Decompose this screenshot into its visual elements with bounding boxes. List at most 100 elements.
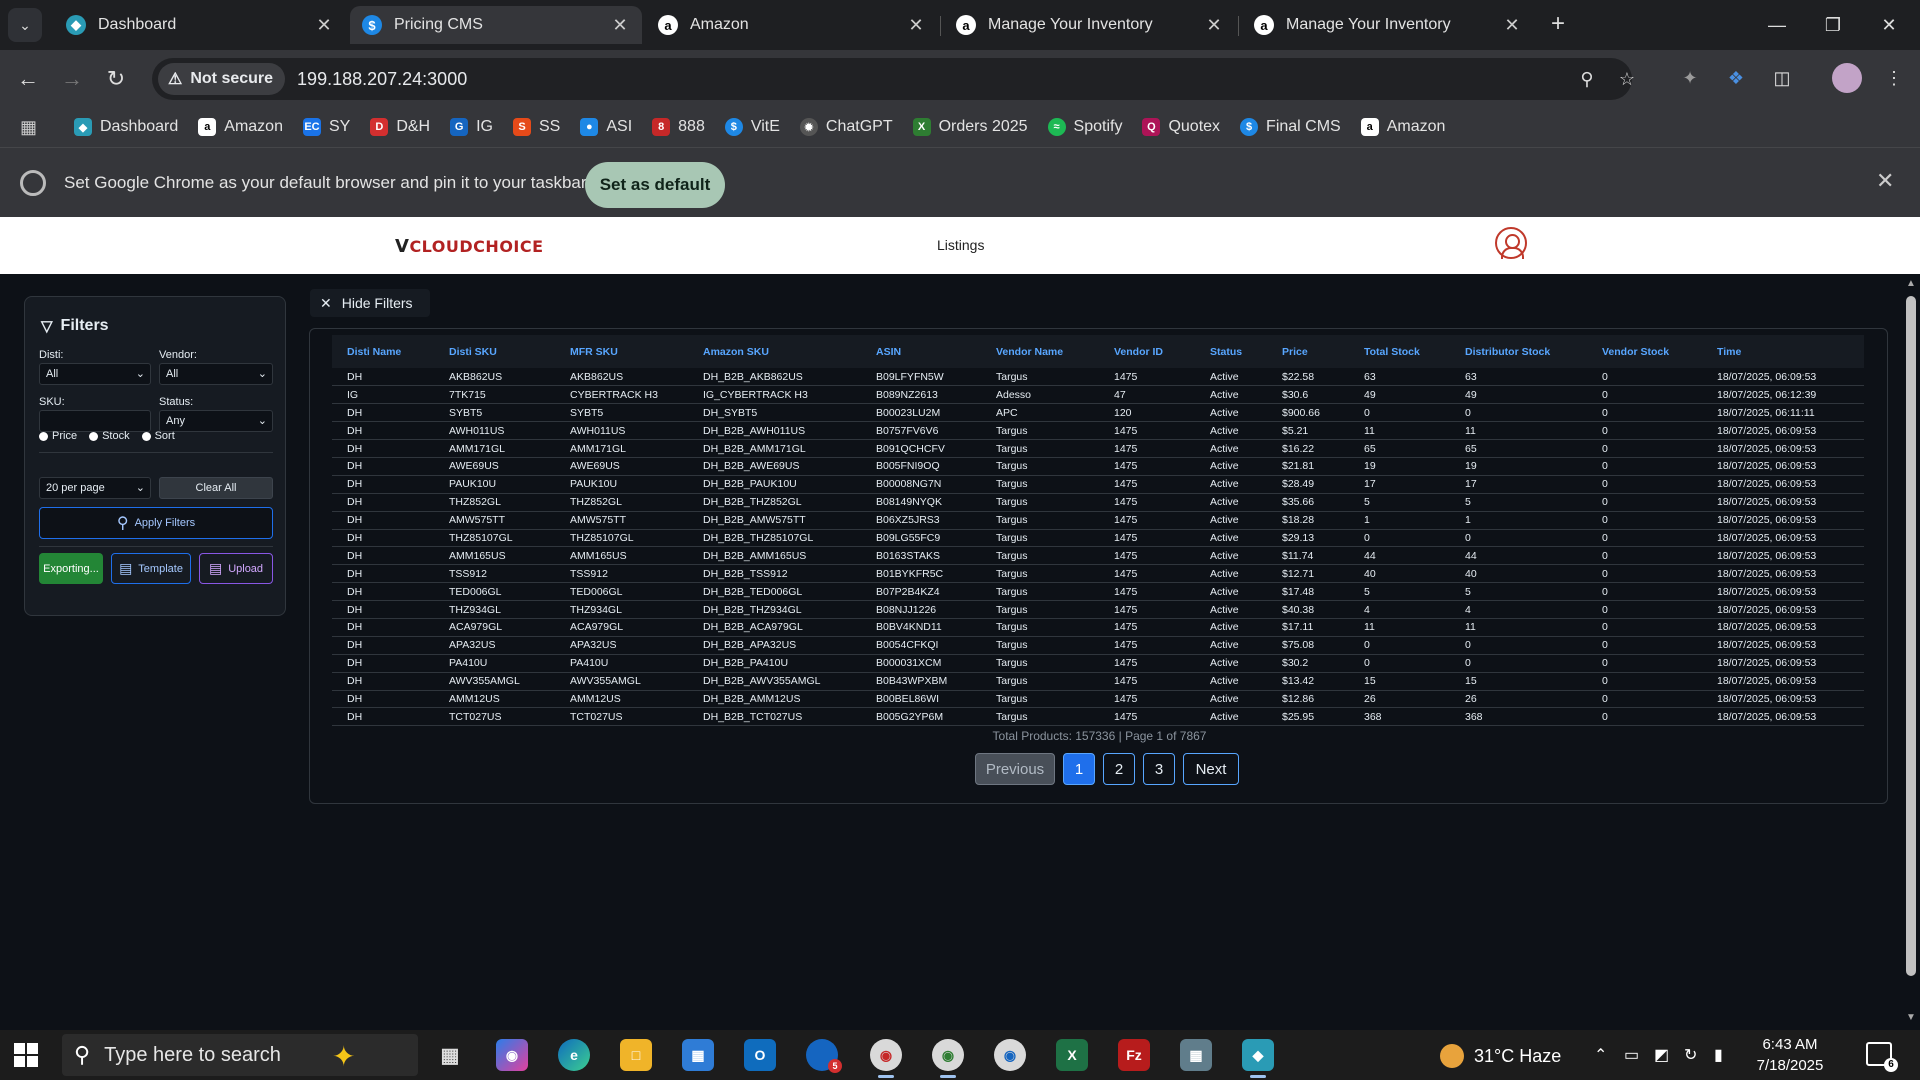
table-row[interactable]: DH AMW575TT AMW575TT DH_B2B_AMW575TT B06XZ5J… <box>332 511 1864 530</box>
windows-start-icon[interactable] <box>14 1043 38 1067</box>
apply-filters-button[interactable]: ⚲ Apply Filters <box>39 507 273 539</box>
tab-dashboard[interactable]: ◆ Dashboard ✕ <box>54 6 346 44</box>
tab-manage-inventory-2[interactable]: a Manage Your Inventory ✕ <box>1242 6 1534 44</box>
table-row[interactable]: DH AKB862US AKB862US DH_B2B_AKB862US B09LFYF… <box>332 368 1864 387</box>
zoom-icon[interactable]: ⚲ <box>1574 66 1600 92</box>
column-header[interactable]: Price <box>1267 335 1349 368</box>
close-tab-icon[interactable]: ✕ <box>606 15 634 36</box>
bookmark-sy[interactable]: EC SY <box>302 118 350 136</box>
tray-chevron-up-icon[interactable]: ⌃ <box>1594 1045 1607 1065</box>
close-tab-icon[interactable]: ✕ <box>1498 15 1526 36</box>
table-row[interactable]: DH AMM165US AMM165US DH_B2B_AMM165US B0163ST… <box>332 546 1864 566</box>
chrome-alt-app-icon[interactable]: ◉ <box>994 1039 1026 1071</box>
column-header[interactable]: MFR SKU <box>555 335 688 368</box>
table-row[interactable]: IG 7TK715 CYBERTRACK H3 IG_CYBERTRACK H3 B08… <box>332 385 1864 405</box>
extensions-puzzle-icon[interactable]: ◫ <box>1768 64 1796 92</box>
export-button[interactable]: Exporting... <box>39 553 103 584</box>
chrome-profile-app-icon[interactable]: ◉ <box>932 1039 964 1078</box>
table-row[interactable]: DH ACA979GL ACA979GL DH_B2B_ACA979GL B0BV4KN… <box>332 618 1864 637</box>
close-tab-icon[interactable]: ✕ <box>1200 15 1228 36</box>
table-row[interactable]: DH PAUK10U PAUK10U DH_B2B_PAUK10U B00008NG7N… <box>332 475 1864 494</box>
bookmark-chatgpt[interactable]: ✹ ChatGPT <box>799 118 893 136</box>
security-chip[interactable]: ⚠ Not secure <box>158 63 286 95</box>
bookmark-orders-2025[interactable]: X Orders 2025 <box>912 118 1028 136</box>
column-header[interactable]: Amazon SKU <box>688 335 861 368</box>
table-row[interactable]: DH AMM171GL AMM171GL DH_B2B_AMM171GL B091QCH… <box>332 439 1864 458</box>
page-2-button[interactable]: 2 <box>1103 753 1135 785</box>
tab-search-chevron-icon[interactable]: ⌄ <box>8 8 42 42</box>
bookmark-ig[interactable]: G IG <box>450 118 493 136</box>
notification-center-icon[interactable]: 6 <box>1866 1042 1898 1072</box>
per-page-select[interactable]: 20 per page ⌄ <box>39 477 151 499</box>
column-header[interactable]: Distributor Stock <box>1450 335 1587 368</box>
address-bar[interactable]: ⚠ Not secure 199.188.207.24:3000 ⚲ ☆ <box>152 58 1635 100</box>
disti-select[interactable]: All ⌄ <box>39 363 151 385</box>
onedrive-sync-icon[interactable]: ↻ <box>1684 1045 1697 1065</box>
edge-browser-icon[interactable]: e <box>558 1039 590 1071</box>
new-tab-plus-icon[interactable]: + <box>1544 10 1572 40</box>
scroll-thumb[interactable] <box>1906 296 1916 976</box>
template-button[interactable]: ▤ Template <box>111 553 191 584</box>
bookmark-amazon[interactable]: a Amazon <box>198 118 283 136</box>
calendar-app-icon[interactable]: 5 <box>806 1039 842 1073</box>
table-row[interactable]: DH AWV355AMGL AWV355AMGL DH_B2B_AWV355AMGL B… <box>332 672 1864 691</box>
back-arrow-icon[interactable]: ← <box>12 63 44 95</box>
table-row[interactable]: DH AMM12US AMM12US DH_B2B_AMM12US B00BEL86WI… <box>332 690 1864 709</box>
taskbar-clock[interactable]: 6:43 AM 7/18/2025 <box>1748 1034 1832 1076</box>
column-header[interactable]: Vendor ID <box>1099 335 1195 368</box>
table-row[interactable]: DH AWH011US AWH011US DH_B2B_AWH011US B0757FV… <box>332 421 1864 441</box>
bookmark-quotex[interactable]: Q Quotex <box>1142 118 1220 136</box>
apps-grid-icon[interactable]: ▦ <box>20 117 46 138</box>
close-tab-icon[interactable]: ✕ <box>902 15 930 36</box>
restore-icon[interactable]: ❐ <box>1810 8 1856 42</box>
filezilla-app-icon[interactable]: Fz <box>1118 1039 1150 1071</box>
bookmark-spotify[interactable]: ≈ Spotify <box>1047 118 1122 136</box>
table-row[interactable]: DH THZ934GL THZ934GL DH_B2B_THZ934GL B08NJJ1… <box>332 600 1864 619</box>
page-1-button[interactable]: 1 <box>1063 753 1095 785</box>
close-tab-icon[interactable]: ✕ <box>310 15 338 36</box>
chrome-app-icon[interactable]: ◉ <box>870 1039 902 1078</box>
column-header[interactable]: Disti Name <box>332 335 434 368</box>
table-row[interactable]: DH THZ85107GL THZ85107GL DH_B2B_THZ85107GL B… <box>332 529 1864 548</box>
bookmark-dashboard[interactable]: ◆ Dashboard <box>74 118 178 136</box>
stock-radio[interactable]: Stock <box>89 430 130 442</box>
url-text[interactable]: 199.188.207.24:3000 <box>297 69 467 90</box>
scroll-up-icon[interactable]: ▲ <box>1905 278 1917 289</box>
column-header[interactable]: Status <box>1195 335 1267 368</box>
calculator-app-icon[interactable]: ▦ <box>1180 1039 1212 1071</box>
forward-arrow-icon[interactable]: → <box>56 63 88 95</box>
sort-radio[interactable]: Sort <box>141 430 175 442</box>
table-row[interactable]: DH SYBT5 SYBT5 DH_SYBT5 B00023LU2M APC 120 Acti… <box>332 403 1864 423</box>
window-close-icon[interactable]: ✕ <box>1866 8 1912 42</box>
table-row[interactable]: DH TED006GL TED006GL DH_B2B_TED006GL B07P2B4… <box>332 582 1864 602</box>
bookmark-ss[interactable]: S SS <box>513 118 560 136</box>
outlook-app-icon[interactable]: O <box>744 1039 776 1071</box>
bookmark-888[interactable]: 8 888 <box>652 118 705 136</box>
column-header[interactable]: ASIN <box>861 335 981 368</box>
bookmark-asi[interactable]: ● ASI <box>580 118 632 136</box>
nav-listings-link[interactable]: Listings <box>937 237 984 253</box>
tab-amazon[interactable]: a Amazon ✕ <box>646 6 938 44</box>
user-account-icon[interactable] <box>1495 227 1527 259</box>
page-scrollbar[interactable]: ▲ ▼ <box>1902 274 1920 1030</box>
page-3-button[interactable]: 3 <box>1143 753 1175 785</box>
chrome-menu-icon[interactable]: ⋮ <box>1880 64 1908 92</box>
network-icon[interactable]: ▭ <box>1624 1045 1639 1065</box>
tab-manage-inventory-1[interactable]: a Manage Your Inventory ✕ <box>944 6 1236 44</box>
taskbar-search-box[interactable]: ⚲ Type here to search ✦ <box>62 1034 418 1076</box>
copilot-app-icon[interactable]: ◉ <box>496 1039 528 1071</box>
meet-now-icon[interactable]: ◩ <box>1654 1045 1669 1065</box>
banner-close-icon[interactable]: ✕ <box>1876 168 1894 194</box>
next-page-button[interactable]: Next <box>1183 753 1239 785</box>
set-as-default-button[interactable]: Set as default <box>585 162 725 208</box>
microsoft-store-icon[interactable]: ▦ <box>682 1039 714 1071</box>
clear-all-button[interactable]: Clear All <box>159 477 273 499</box>
reload-icon[interactable]: ↻ <box>100 63 132 95</box>
table-row[interactable]: DH TSS912 TSS912 DH_B2B_TSS912 B01BYKFR5C Tar… <box>332 564 1864 584</box>
minimize-icon[interactable]: — <box>1754 8 1800 42</box>
cloudchoice-logo[interactable]: VCLOUDCHOICE <box>395 236 544 257</box>
excel-app-icon[interactable]: X <box>1056 1039 1088 1071</box>
bookmark-final-cms[interactable]: $ Final CMS <box>1240 118 1341 136</box>
price-radio[interactable]: Price <box>39 430 77 442</box>
bookmark-amazon-2[interactable]: a Amazon <box>1360 118 1445 136</box>
